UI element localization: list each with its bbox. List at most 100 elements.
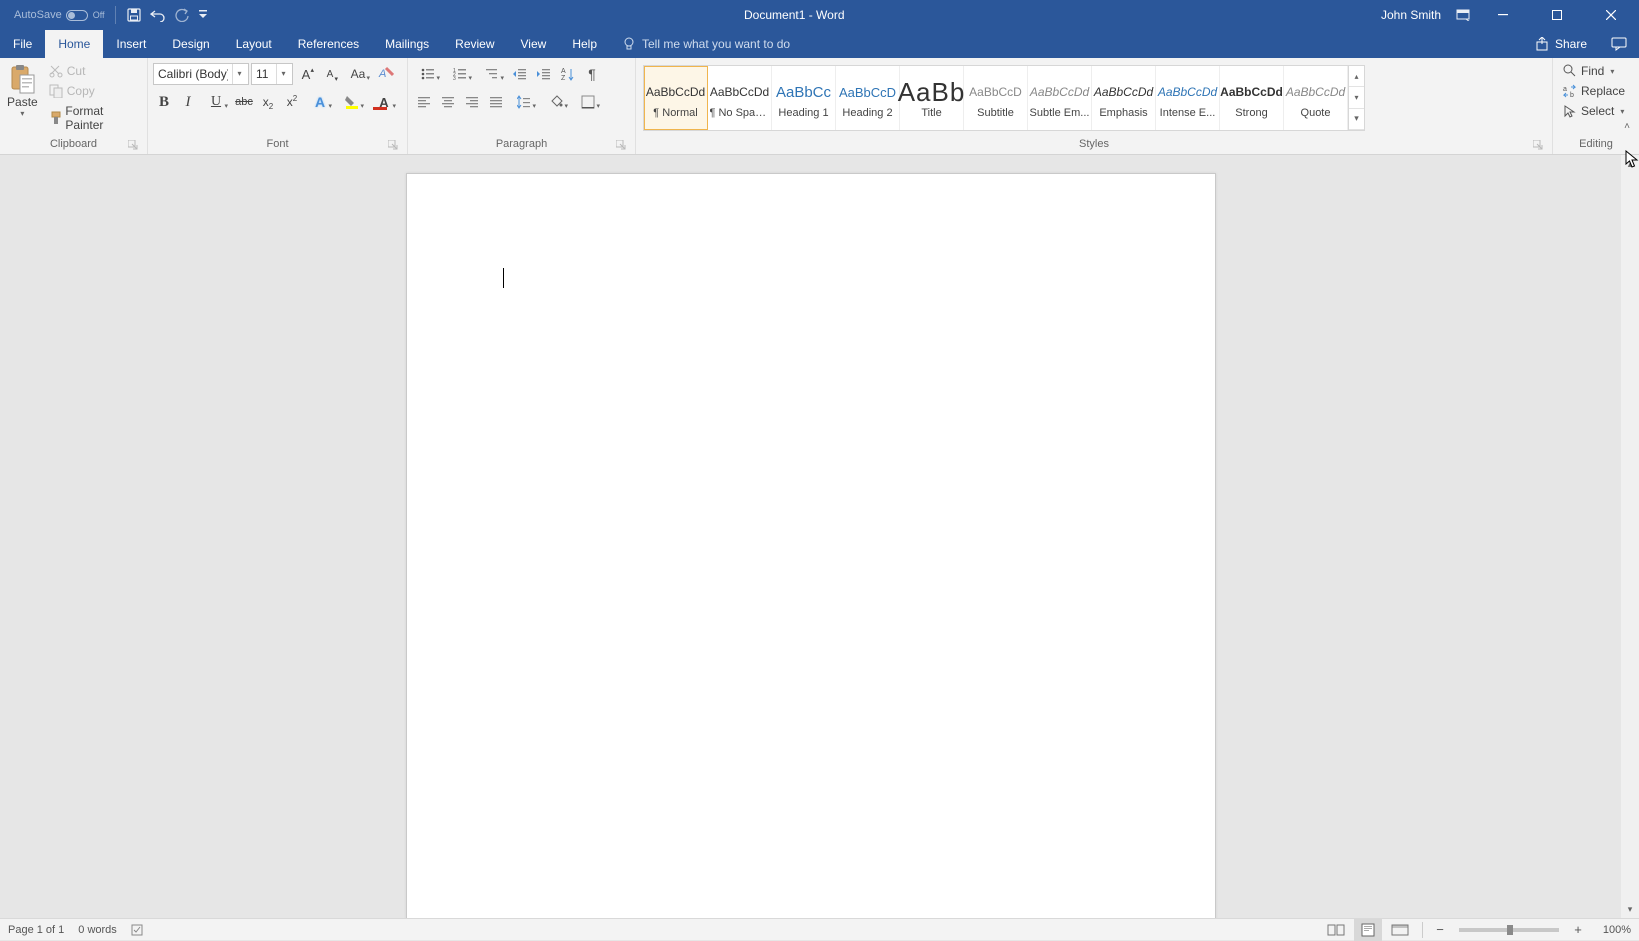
format-painter-button[interactable]: Format Painter [44,101,142,135]
zoom-out-button[interactable]: − [1431,922,1449,937]
show-hide-marks-button[interactable]: ¶ [581,63,603,85]
styles-scroll-down[interactable]: ▾ [1349,87,1364,108]
align-left-button[interactable] [413,91,435,113]
style-item-subtle-em-[interactable]: AaBbCcDdSubtle Em... [1028,66,1092,130]
style-item-emphasis[interactable]: AaBbCcDdEmphasis [1092,66,1156,130]
tell-me-search[interactable]: Tell me what you want to do [610,30,802,58]
numbering-button[interactable]: 123▾ [445,63,475,85]
zoom-value[interactable]: 100% [1591,924,1631,936]
font-name-combo[interactable]: ▾ [153,63,249,85]
font-color-button[interactable]: A▾ [369,91,399,113]
underline-button[interactable]: U▾ [201,91,231,113]
close-button[interactable] [1589,0,1633,30]
subscript-button[interactable]: x2 [257,91,279,113]
page[interactable] [406,173,1216,918]
chevron-down-icon[interactable]: ▾ [232,64,246,84]
tab-design[interactable]: Design [159,30,222,58]
font-size-input[interactable] [252,64,276,84]
justify-button[interactable] [485,91,507,113]
font-launcher[interactable] [388,140,400,152]
highlight-button[interactable]: ▾ [337,91,367,113]
scroll-up-button[interactable]: ▴ [1621,155,1639,173]
text-effects-button[interactable]: A▾ [305,91,335,113]
styles-scroll-up[interactable]: ▴ [1349,66,1364,87]
share-button[interactable]: Share [1523,30,1599,58]
font-name-input[interactable] [154,64,232,84]
undo-icon[interactable] [150,7,166,23]
tab-home[interactable]: Home [45,30,103,58]
styles-expand[interactable]: ▾ [1349,109,1364,130]
style-item-heading-2[interactable]: AaBbCcDHeading 2 [836,66,900,130]
styles-launcher[interactable] [1533,140,1545,152]
style-item--no-spac-[interactable]: AaBbCcDd¶ No Spac... [708,66,772,130]
tab-mailings[interactable]: Mailings [372,30,442,58]
tab-help[interactable]: Help [559,30,610,58]
chevron-down-icon[interactable]: ▾ [276,64,290,84]
chevron-down-icon[interactable]: ▾ [1610,67,1614,76]
change-case-button[interactable]: Aa▾ [343,63,373,85]
style-item-heading-1[interactable]: AaBbCcHeading 1 [772,66,836,130]
print-layout-button[interactable] [1354,919,1382,941]
zoom-slider[interactable] [1459,928,1559,932]
chevron-down-icon[interactable]: ▾ [1620,107,1624,116]
clipboard-launcher[interactable] [128,140,140,152]
tab-file[interactable]: File [0,30,45,58]
word-count[interactable]: 0 words [78,924,117,936]
style-item-intense-e-[interactable]: AaBbCcDdIntense E... [1156,66,1220,130]
autosave-toggle[interactable]: AutoSave Off [14,9,105,21]
decrease-indent-button[interactable] [509,63,531,85]
line-spacing-button[interactable]: ▾ [509,91,539,113]
align-center-button[interactable] [437,91,459,113]
replace-button[interactable]: ab Replace [1558,81,1634,101]
align-right-button[interactable] [461,91,483,113]
redo-icon[interactable] [174,7,190,23]
style-item-normal[interactable]: AaBbCcDdNormal [644,66,708,130]
collapse-ribbon-button[interactable]: ˄ [1619,118,1635,134]
copy-button[interactable]: Copy [44,81,142,101]
zoom-in-button[interactable]: + [1569,922,1587,937]
shrink-font-button[interactable]: A▾ [319,63,341,85]
ribbon-display-options-icon[interactable] [1455,7,1471,23]
style-item-title[interactable]: AaBbTitle [900,66,964,130]
sort-button[interactable]: AZ [557,63,579,85]
web-layout-button[interactable] [1386,919,1414,941]
paste-button[interactable]: Paste ▾ [5,61,40,136]
bullets-button[interactable]: ▾ [413,63,443,85]
superscript-button[interactable]: x2 [281,91,303,113]
vertical-scrollbar[interactable]: ▴ ▾ [1621,155,1639,918]
save-icon[interactable] [126,7,142,23]
scroll-down-button[interactable]: ▾ [1621,900,1639,918]
user-name[interactable]: John Smith [1381,8,1441,22]
scrollbar-track[interactable] [1621,173,1639,900]
paragraph-launcher[interactable] [616,140,628,152]
spellcheck-button[interactable] [131,923,147,937]
page-indicator[interactable]: Page 1 of 1 [8,924,64,936]
strikethrough-button[interactable]: abc [233,91,255,113]
increase-indent-button[interactable] [533,63,555,85]
tab-layout[interactable]: Layout [223,30,285,58]
find-button[interactable]: Find ▾ [1558,61,1634,81]
font-size-combo[interactable]: ▾ [251,63,293,85]
style-item-strong[interactable]: AaBbCcDdStrong [1220,66,1284,130]
tab-insert[interactable]: Insert [103,30,159,58]
style-item-subtitle[interactable]: AaBbCcDSubtitle [964,66,1028,130]
qat-customize-icon[interactable] [198,7,208,23]
borders-button[interactable]: ▾ [573,91,603,113]
bold-button[interactable]: B [153,91,175,113]
document-area[interactable] [0,155,1621,918]
shading-button[interactable]: ▾ [541,91,571,113]
tab-review[interactable]: Review [442,30,507,58]
tab-references[interactable]: References [285,30,372,58]
clear-formatting-button[interactable]: A [375,63,397,85]
grow-font-button[interactable]: A▴ [295,63,317,85]
cut-button[interactable]: Cut [44,61,142,81]
read-mode-button[interactable] [1322,919,1350,941]
minimize-button[interactable] [1481,0,1525,30]
zoom-slider-thumb[interactable] [1507,925,1513,935]
multilevel-list-button[interactable]: ▾ [477,63,507,85]
maximize-button[interactable] [1535,0,1579,30]
comments-button[interactable] [1599,30,1639,58]
italic-button[interactable]: I [177,91,199,113]
style-item-quote[interactable]: AaBbCcDdQuote [1284,66,1348,130]
tab-view[interactable]: View [508,30,560,58]
